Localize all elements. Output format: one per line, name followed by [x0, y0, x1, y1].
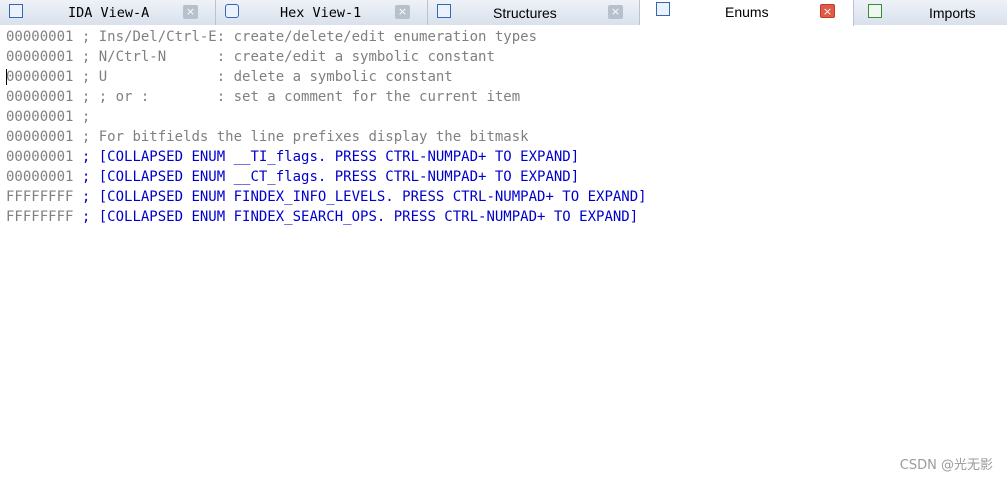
tab-imports[interactable]: Imports — [854, 0, 1007, 25]
listing-line[interactable]: 00000001 ; Ins/Del/Ctrl-E: create/delete… — [6, 27, 537, 47]
collapsed-enum-line[interactable]: FFFFFFFF ; [COLLAPSED ENUM FINDEX_SEARCH… — [6, 207, 638, 227]
tab-label: Enums — [725, 4, 769, 20]
imports-icon — [868, 4, 882, 18]
line-address: 00000001 — [6, 109, 74, 125]
collapsed-enum-text: ; [COLLAPSED ENUM FINDEX_INFO_LEVELS. PR… — [73, 189, 647, 205]
line-address: 00000001 — [6, 29, 74, 45]
listing-line[interactable]: 00000001 ; U : delete a symbolic constan… — [6, 67, 453, 87]
tab-enums[interactable]: Enums × — [640, 0, 854, 26]
tab-label: IDA View-A — [68, 5, 150, 21]
line-address: 00000001 — [6, 149, 74, 165]
line-address: 00000001 — [6, 89, 74, 105]
line-address: 00000001 — [6, 129, 74, 145]
collapsed-enum-line[interactable]: FFFFFFFF ; [COLLAPSED ENUM FINDEX_INFO_L… — [6, 187, 647, 207]
collapsed-enum-text: ; [COLLAPSED ENUM FINDEX_SEARCH_OPS. PRE… — [73, 209, 639, 225]
tab-structures[interactable]: Structures × — [428, 0, 640, 25]
close-icon[interactable]: × — [395, 5, 410, 19]
line-address: FFFFFFFF — [6, 189, 74, 205]
close-icon[interactable]: × — [608, 5, 623, 19]
listing-line[interactable]: 00000001 ; For bitfields the line prefix… — [6, 127, 529, 147]
tab-ida-view-a[interactable]: IDA View-A × — [0, 0, 216, 25]
ida-view-icon — [9, 4, 23, 18]
line-address: 00000001 — [6, 169, 74, 185]
collapsed-enum-text: ; [COLLAPSED ENUM __CT_flags. PRESS CTRL… — [73, 169, 580, 185]
enums-listing[interactable]: 00000001 ; Ins/Del/Ctrl-E: create/delete… — [0, 27, 1007, 482]
watermark: CSDN @光无影 — [899, 458, 993, 473]
close-icon[interactable]: × — [820, 4, 835, 18]
line-address: 00000001 — [6, 49, 74, 65]
line-address: FFFFFFFF — [6, 209, 74, 225]
line-address: 00000001 — [6, 69, 74, 85]
listing-line[interactable]: 00000001 ; N/Ctrl-N : create/edit a symb… — [6, 47, 495, 67]
hex-view-icon — [225, 4, 239, 18]
collapsed-enum-line[interactable]: 00000001 ; [COLLAPSED ENUM __TI_flags. P… — [6, 147, 579, 167]
collapsed-enum-text: ; [COLLAPSED ENUM __TI_flags. PRESS CTRL… — [73, 149, 580, 165]
tab-label: Imports — [929, 5, 976, 21]
tab-hex-view-1[interactable]: Hex View-1 × — [216, 0, 428, 25]
collapsed-enum-line[interactable]: 00000001 ; [COLLAPSED ENUM __CT_flags. P… — [6, 167, 579, 187]
tab-label: Structures — [493, 5, 557, 21]
tab-bar: IDA View-A × Hex View-1 × Structures × E… — [0, 0, 1007, 26]
line-comment: ; For bitfields the line prefixes displa… — [73, 129, 529, 145]
line-comment: ; ; or : : set a comment for the current… — [73, 89, 521, 105]
listing-line[interactable]: 00000001 ; ; or : : set a comment for th… — [6, 87, 520, 107]
close-icon[interactable]: × — [183, 5, 198, 19]
line-comment: ; — [73, 109, 91, 125]
line-comment: ; U : delete a symbolic constant — [73, 69, 453, 85]
line-comment: ; N/Ctrl-N : create/edit a symbolic cons… — [73, 49, 495, 65]
line-comment: ; Ins/Del/Ctrl-E: create/delete/edit enu… — [73, 29, 538, 45]
enums-icon — [656, 2, 670, 16]
listing-line[interactable]: 00000001 ; — [6, 107, 90, 127]
structures-icon — [437, 4, 451, 18]
tab-label: Hex View-1 — [280, 5, 362, 21]
